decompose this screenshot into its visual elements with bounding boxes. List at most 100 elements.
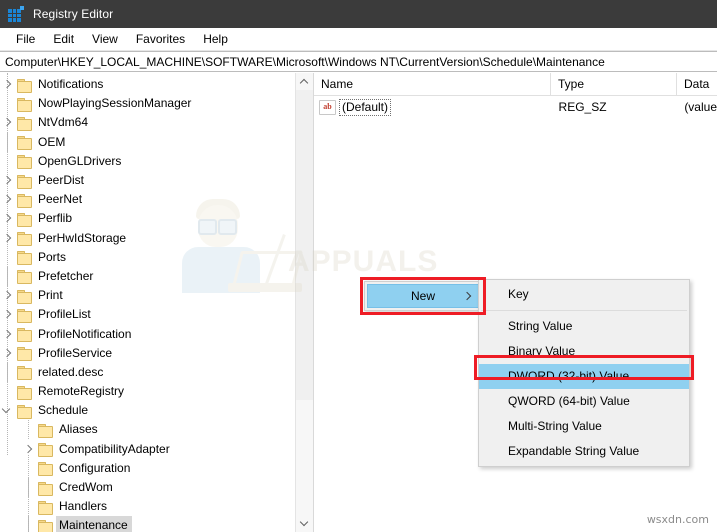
table-row[interactable]: ab (Default) REG_SZ (value xyxy=(314,96,717,118)
tree-connector-icon xyxy=(0,247,16,267)
tree-item-credwom[interactable]: CredWom xyxy=(0,478,296,498)
tree-item-aliases[interactable]: Aliases xyxy=(0,420,296,440)
tree-item-label: ProfileNotification xyxy=(38,326,132,341)
tree-item-opengldrivers[interactable]: OpenGLDrivers xyxy=(0,151,296,171)
folder-icon xyxy=(16,250,33,266)
tree-item-print[interactable]: Print xyxy=(0,286,296,305)
chevron-right-icon[interactable] xyxy=(0,113,16,132)
folder-icon xyxy=(37,461,54,477)
tree-item-label: Configuration xyxy=(59,460,131,475)
folder-icon xyxy=(37,423,54,438)
tree-item-prefetcher[interactable]: Prefetcher xyxy=(0,266,296,286)
tree-item-oem[interactable]: OEM xyxy=(0,132,296,152)
tree-vertical-scrollbar[interactable] xyxy=(295,73,313,532)
folder-icon xyxy=(16,385,33,400)
folder-icon xyxy=(37,442,54,458)
folder-icon xyxy=(16,154,33,170)
submenu-item-expandable-string-value[interactable]: Expandable String Value xyxy=(479,439,689,464)
tree-item-label: OEM xyxy=(38,134,66,149)
submenu-item-dword-32-bit-value[interactable]: DWORD (32-bit) Value xyxy=(479,364,689,389)
corner-watermark: wsxdn.com xyxy=(646,513,709,526)
chevron-right-icon[interactable] xyxy=(0,229,16,248)
chevron-right-icon[interactable] xyxy=(0,190,16,209)
submenu-item-key[interactable]: Key xyxy=(479,282,689,307)
registry-path-text: Computer\HKEY_LOCAL_MACHINE\SOFTWARE\Mic… xyxy=(5,54,605,69)
chevron-right-icon[interactable] xyxy=(21,440,37,459)
chevron-right-icon[interactable] xyxy=(0,286,16,305)
folder-icon xyxy=(16,193,33,208)
submenu-item-qword-64-bit-value[interactable]: QWORD (64-bit) Value xyxy=(479,389,689,414)
tree-item-peerdist[interactable]: PeerDist xyxy=(0,171,296,190)
tree-item-label: ProfileList xyxy=(38,307,91,322)
value-type-cell: REG_SZ xyxy=(558,100,607,114)
chevron-right-icon[interactable] xyxy=(0,209,16,228)
tree-item-handlers[interactable]: Handlers xyxy=(0,497,296,517)
folder-icon xyxy=(16,135,33,151)
registry-tree[interactable]: Notifications NowPlayingSessionManager NtV… xyxy=(0,73,296,532)
menu-item-help[interactable]: Help xyxy=(194,30,237,48)
folder-icon xyxy=(16,404,33,419)
chevron-right-icon[interactable] xyxy=(0,75,16,94)
folder-icon xyxy=(16,212,33,227)
ab-string-icon: ab xyxy=(319,99,336,115)
tree-item-profilelist[interactable]: ProfileList xyxy=(0,305,296,324)
address-bar[interactable]: Computer\HKEY_LOCAL_MACHINE\SOFTWARE\Mic… xyxy=(0,51,717,72)
menu-item-view[interactable]: View xyxy=(83,30,127,48)
registry-tree-pane[interactable]: Notifications NowPlayingSessionManager NtV… xyxy=(0,73,314,532)
menu-item-edit[interactable]: Edit xyxy=(44,30,83,48)
chevron-down-icon[interactable] xyxy=(0,401,16,420)
scroll-down-arrow-icon[interactable] xyxy=(296,515,313,532)
folder-icon xyxy=(16,97,33,112)
tree-item-related-desc[interactable]: related.desc xyxy=(0,362,296,382)
folder-icon xyxy=(16,308,33,323)
tree-item-label: RemoteRegistry xyxy=(38,384,125,399)
tree-item-notifications[interactable]: Notifications xyxy=(0,75,296,94)
tree-item-label: NowPlayingSessionManager xyxy=(38,96,192,111)
chevron-right-icon[interactable] xyxy=(0,305,16,324)
context-menu-item-new[interactable]: New xyxy=(367,284,479,308)
tree-connector-icon xyxy=(0,362,16,382)
tree-item-perhwidstorage[interactable]: PerHwIdStorage xyxy=(0,229,296,248)
tree-item-perflib[interactable]: Perflib xyxy=(0,209,296,228)
tree-item-compatibilityadapter[interactable]: CompatibilityAdapter xyxy=(0,440,296,459)
tree-item-nowplayingsessionmanager[interactable]: NowPlayingSessionManager xyxy=(0,94,296,114)
tree-item-peernet[interactable]: PeerNet xyxy=(0,190,296,209)
tree-item-remoteregistry[interactable]: RemoteRegistry xyxy=(0,382,296,402)
chevron-right-icon[interactable] xyxy=(0,344,16,363)
tree-item-profilenotification[interactable]: ProfileNotification xyxy=(0,324,296,343)
context-menu-parent[interactable]: New xyxy=(364,281,482,311)
registry-grid-icon xyxy=(8,6,24,22)
chevron-right-icon[interactable] xyxy=(0,171,16,190)
submenu-item-multi-string-value[interactable]: Multi-String Value xyxy=(479,414,689,439)
tree-item-profileservice[interactable]: ProfileService xyxy=(0,344,296,363)
tree-item-label: PerHwIdStorage xyxy=(38,230,127,245)
folder-icon xyxy=(16,78,33,93)
scrollbar-thumb[interactable] xyxy=(296,90,313,400)
value-data-cell: (value xyxy=(684,100,717,114)
tree-item-ports[interactable]: Ports xyxy=(0,247,296,267)
column-header-data[interactable]: Data xyxy=(677,73,717,95)
folder-icon xyxy=(16,289,33,304)
menu-item-favorites[interactable]: Favorites xyxy=(127,30,194,48)
context-menu-submenu-new[interactable]: Key String Value Binary Value DWORD (32-bit… xyxy=(478,279,690,467)
column-header-name[interactable]: Name xyxy=(314,73,551,95)
scroll-up-arrow-icon[interactable] xyxy=(296,73,313,90)
tree-item-configuration[interactable]: Configuration xyxy=(0,458,296,478)
tree-connector-icon xyxy=(0,151,16,171)
chevron-right-icon[interactable] xyxy=(0,325,16,344)
value-name-cell[interactable]: ab (Default) xyxy=(314,96,551,118)
menu-item-file[interactable]: File xyxy=(7,30,44,48)
folder-icon xyxy=(16,116,33,131)
tree-item-label: Handlers xyxy=(59,499,108,514)
menu-bar: File Edit View Favorites Help xyxy=(0,28,717,51)
tree-connector-icon xyxy=(21,478,37,498)
column-header-type[interactable]: Type xyxy=(551,73,677,95)
tree-item-schedule[interactable]: Schedule xyxy=(0,401,296,420)
tree-item-ntvdm64[interactable]: NtVdm64 xyxy=(0,113,296,132)
tree-item-label: Aliases xyxy=(59,422,98,437)
submenu-item-binary-value[interactable]: Binary Value xyxy=(479,339,689,364)
submenu-item-string-value[interactable]: String Value xyxy=(479,314,689,339)
tree-item-label: PeerDist xyxy=(38,173,85,188)
tree-item-maintenance[interactable]: Maintenance xyxy=(0,516,296,532)
values-list-header: Name Type Data xyxy=(314,73,717,96)
